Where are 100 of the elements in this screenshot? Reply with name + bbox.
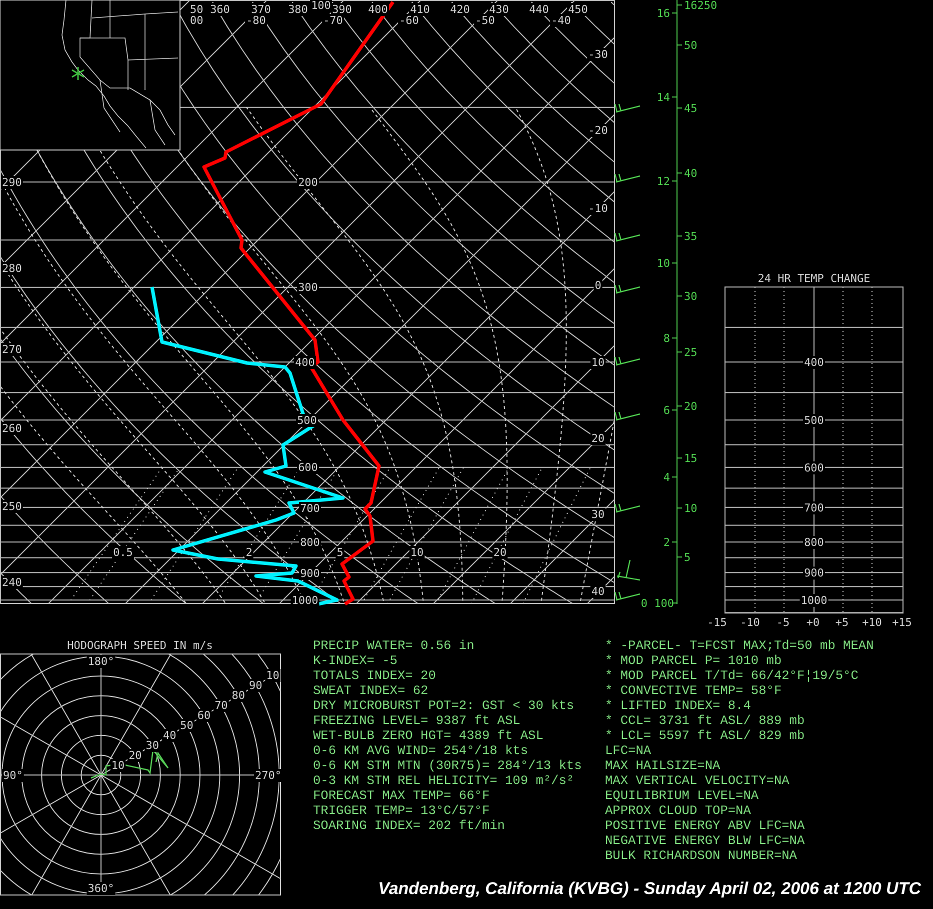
sounding-index-text: 0-3 KM STM REL HELICITY= 109 m²/s²	[313, 773, 576, 788]
theta-label: 260	[2, 422, 22, 435]
temp-change-label: -10	[740, 616, 760, 629]
station-marker-icon	[72, 67, 84, 80]
temp-change-label: +5	[835, 616, 849, 629]
wind-barb-icon	[614, 174, 640, 183]
sounding-index-text: TRIGGER TEMP= 13°C/57°F	[313, 803, 491, 818]
height-km-label: 16	[656, 7, 670, 20]
pressure-label: 800	[804, 536, 824, 550]
direction-label: 270°	[255, 769, 282, 782]
height-kft-label: 40	[684, 167, 698, 180]
wind-barb-icon	[614, 232, 640, 242]
panel-title: 24 HR TEMP CHANGE	[758, 272, 870, 285]
height-km-label: 4	[663, 471, 670, 484]
speed-label: 20	[128, 749, 142, 762]
pressure-label: 200	[298, 176, 318, 189]
temperature-label: 00	[190, 14, 204, 27]
sounding-index-text: PRECIP WATER= 0.56 in	[313, 638, 476, 653]
sounding-index-text: FREEZING LEVEL= 9387 ft ASL	[313, 713, 522, 728]
height-km-label: 2	[663, 536, 670, 549]
sounding-index-text: TOTALS INDEX= 20	[313, 668, 437, 683]
sounding-index-text: POSITIVE ENERGY ABV LFC=NA	[605, 818, 806, 833]
temperature-label: -30	[588, 48, 608, 61]
height-kft-label: 50	[684, 39, 698, 52]
pressure-label: 400	[295, 356, 315, 369]
direction-label: 90°	[3, 769, 23, 782]
pressure-label: 700	[804, 501, 824, 514]
pressure-label: 500	[804, 414, 824, 427]
theta-label: 360	[210, 3, 230, 16]
sounding-index-text: SWEAT INDEX= 62	[313, 683, 430, 698]
temperature-label: -40	[551, 14, 571, 27]
height-kft-label: 5	[684, 551, 691, 564]
sounding-index-text: BULK RICHARDSON NUMBER=NA	[605, 848, 798, 863]
height-km-label: 0 100	[640, 597, 674, 610]
theta-label: 400	[368, 3, 388, 16]
sounding-index-text: * -PARCEL- T=FCST MAX;Td=50 mb MEAN	[605, 638, 874, 653]
temperature-label: -50	[475, 14, 495, 27]
theta-label: 430	[489, 3, 509, 16]
sounding-index-text: 0-6 KM AVG WIND= 254°/18 kts	[313, 743, 530, 758]
pressure-label: 800	[300, 536, 320, 549]
pressure-label: 500	[297, 414, 317, 427]
theta-label: 390	[332, 3, 352, 16]
pressure-label: 400	[804, 356, 824, 370]
speed-label: 80	[232, 689, 246, 702]
height-kft-label: 10	[684, 502, 698, 515]
sounding-index-text: FORECAST MAX TEMP= 66°F	[313, 788, 491, 803]
sounding-index-text: * LCL= 5597 ft ASL/ 829 mb	[605, 728, 806, 743]
speed-label: 30	[146, 739, 160, 752]
height-kft-label: 30	[684, 290, 698, 303]
mixing-ratio-label: 10	[410, 546, 424, 559]
theta-label: 380	[288, 3, 308, 16]
theta-label: 450	[568, 3, 588, 16]
sounding-index-text: NEGATIVE ENERGY BLW LFC=NA	[605, 833, 806, 848]
theta-label: 410	[410, 3, 430, 16]
direction-label: 360°	[88, 882, 114, 895]
wind-barb-icon	[614, 284, 640, 294]
pressure-label: 100	[311, 0, 331, 12]
sounding-index-text: SOARING INDEX= 202 ft/min	[313, 818, 506, 833]
temperature-label: -10	[588, 202, 608, 215]
pressure-label: 900	[300, 567, 320, 580]
mixing-ratio-label: 2	[246, 546, 252, 559]
temperature-label: 20	[591, 432, 605, 445]
wind-barb-icon	[614, 412, 640, 421]
height-km-label: 6	[663, 404, 670, 417]
theta-label: 50	[190, 3, 204, 16]
pressure-label: 900	[804, 566, 824, 580]
speed-label: 40	[162, 729, 176, 742]
mixing-ratio-label: 0.5	[113, 546, 133, 559]
speed-label: 10	[266, 669, 280, 682]
sounding-index-text: DRY MICROBURST POT=2: GST < 30 kts	[313, 698, 576, 713]
wind-barb-icon	[614, 104, 640, 113]
speed-label: 10	[111, 759, 125, 772]
mixing-ratio-label: 5	[336, 546, 344, 559]
theta-label: 420	[450, 3, 470, 16]
theta-label: 270	[2, 343, 22, 356]
sounding-index-text: WET-BULB ZERO HGT= 4389 ft ASL	[313, 728, 544, 743]
height-kft-label: 16250	[684, 0, 718, 12]
height-kft-label: 45	[684, 102, 698, 115]
temperature-label: 30	[591, 508, 605, 521]
sounding-index-text: * MOD PARCEL P= 1010 mb	[605, 653, 783, 668]
wind-barb-icon	[616, 560, 640, 581]
theta-label: 290	[2, 176, 22, 189]
height-kft-label: 20	[684, 400, 698, 413]
temp-change-label: +15	[892, 616, 912, 629]
speed-label: 60	[197, 709, 211, 722]
pressure-label: 600	[298, 461, 318, 474]
sounding-index-text: APPROX CLOUD TOP=NA	[605, 803, 752, 818]
temperature-label: -70	[323, 14, 343, 27]
height-kft-label: 35	[684, 230, 698, 243]
height-kft-label: 25	[684, 346, 698, 359]
speed-label: 50	[180, 719, 194, 732]
wind-barb-icon	[614, 504, 640, 513]
mixing-ratio-label: 20	[493, 546, 507, 559]
height-km-label: 14	[656, 91, 670, 104]
theta-label: 280	[2, 262, 22, 275]
sounding-index-text: * LIFTED INDEX= 8.4	[605, 698, 752, 713]
temperature-label: -60	[399, 14, 419, 27]
pressure-label: 1000	[800, 594, 828, 607]
temp-change-label: +0	[806, 616, 820, 629]
temp-change-label: -5	[776, 616, 790, 629]
